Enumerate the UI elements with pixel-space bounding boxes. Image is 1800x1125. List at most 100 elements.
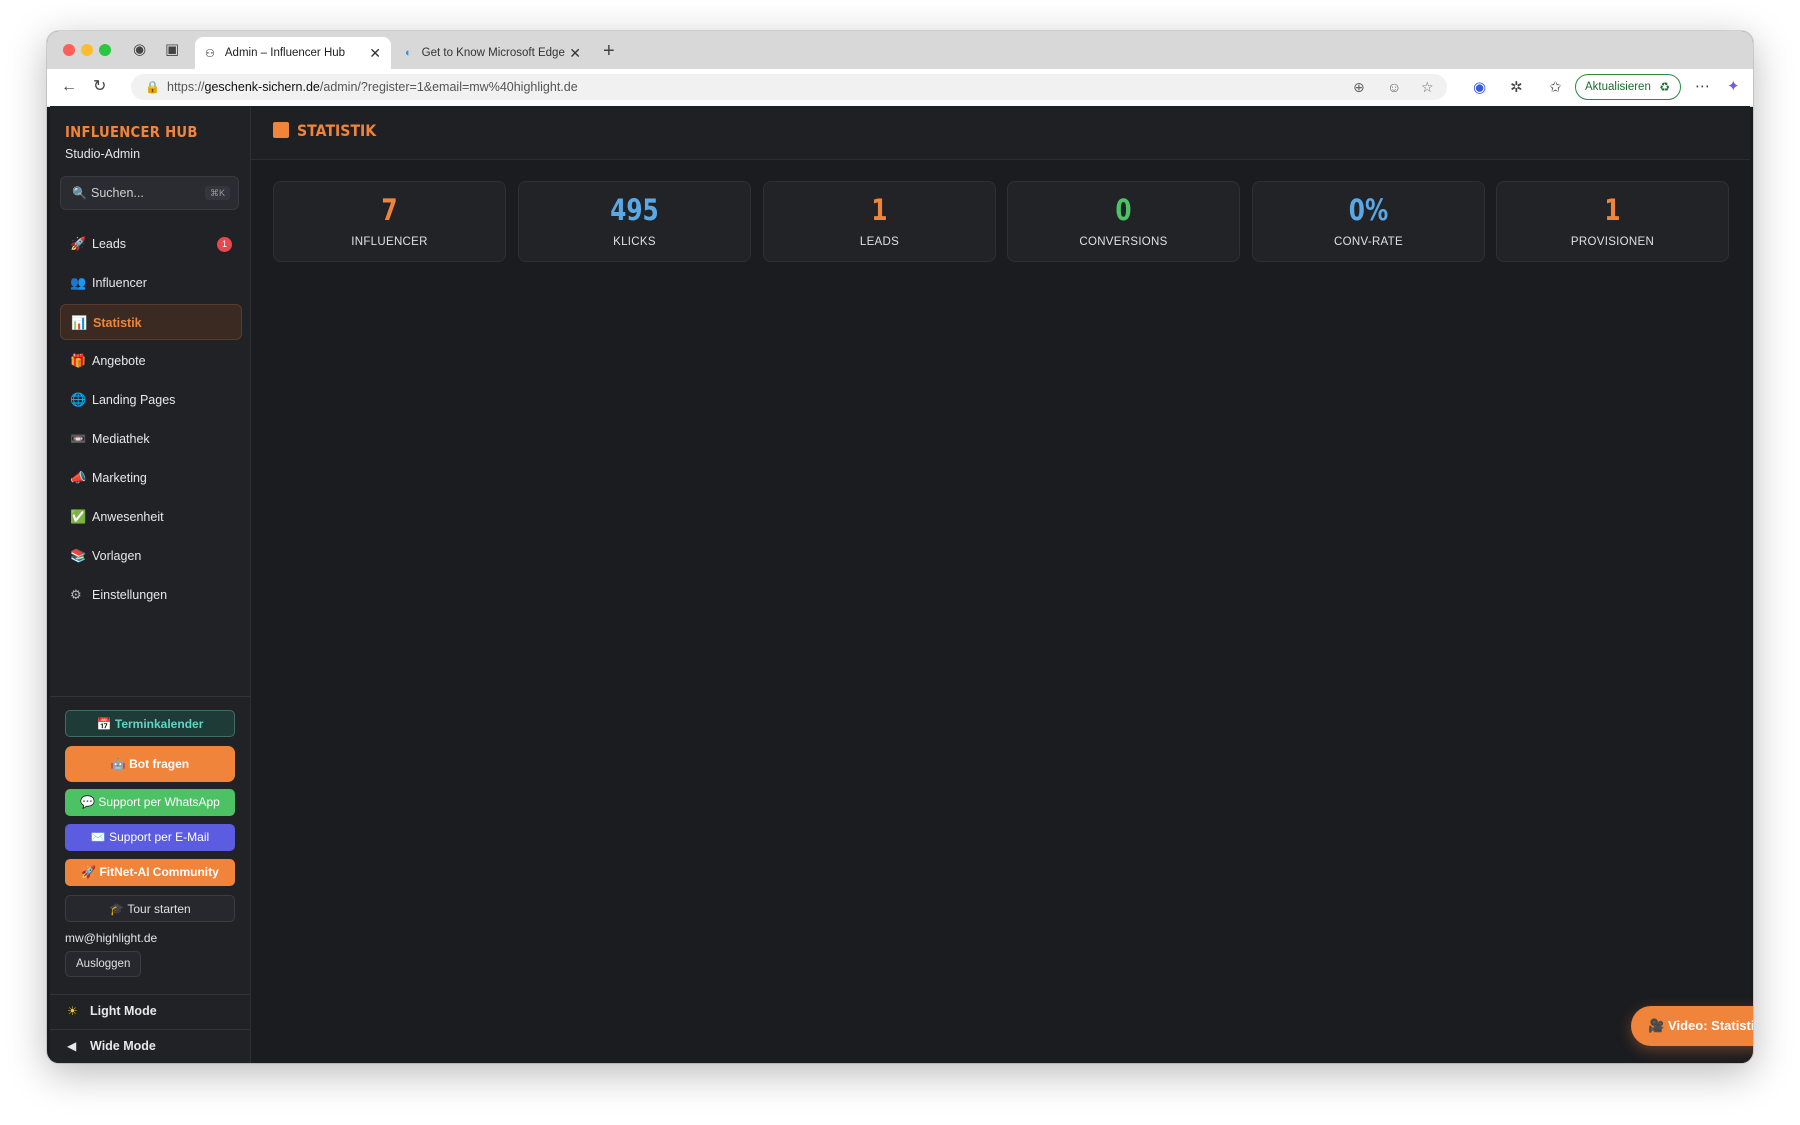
tab-title: Get to Know Microsoft Edge: [421, 47, 565, 59]
copilot-icon[interactable]: ✦: [1727, 79, 1740, 94]
url-prefix: https://: [167, 80, 205, 94]
sidebar-item-vorlagen[interactable]: 📚 Vorlagen: [60, 538, 242, 574]
edge-icon: ◐: [405, 47, 412, 59]
brand-logo: INFLUENCER HUB: [65, 123, 198, 141]
close-window-button[interactable]: [63, 44, 75, 56]
main-content: STATISTIK 7 INFLUENCER 495 KLICKS 1 LEAD…: [251, 106, 1753, 1063]
title-square-icon: [273, 122, 289, 138]
sidebar-item-angebote[interactable]: 🎁 Angebote: [60, 343, 242, 379]
address-bar: ← ↻ 🔒 https://geschenk-sichern.de/admin/…: [47, 69, 1753, 107]
light-mode-toggle[interactable]: ☀ Light Mode: [50, 994, 250, 1028]
rocket-icon: 🚀: [70, 236, 87, 251]
gift-icon: 🎁: [70, 353, 87, 368]
stats-row: 7 INFLUENCER 495 KLICKS 1 LEADS 0 CONVER…: [273, 181, 1729, 263]
stat-card-conv-rate: 0% CONV-RATE: [1252, 181, 1485, 262]
whatsapp-support-button[interactable]: 💬 Support per WhatsApp: [65, 789, 235, 816]
user-email: mw@highlight.de: [65, 931, 158, 945]
arrow-left-icon: ◀: [67, 1039, 77, 1053]
close-tab-icon[interactable]: ✕: [369, 45, 381, 62]
stat-value: 495: [610, 193, 659, 227]
tab-title: Admin – Influencer Hub: [224, 47, 346, 59]
reading-mode-icon[interactable]: ☺: [1387, 74, 1401, 100]
globe-icon: 🌐: [70, 392, 87, 407]
video-statistik-button[interactable]: 🎥 Video: Statistik: [1631, 1006, 1753, 1046]
new-tab-icon[interactable]: +: [603, 40, 615, 63]
search-input[interactable]: 🔍 Suchen... ⌘K: [60, 176, 239, 210]
stat-card-klicks: 495 KLICKS: [518, 181, 751, 262]
search-shortcut: ⌘K: [204, 186, 230, 200]
stat-card-provisionen: 1 PROVISIONEN: [1496, 181, 1729, 262]
stat-label: CONV-RATE: [1334, 236, 1403, 248]
sidebar-item-landing-pages[interactable]: 🌐 Landing Pages: [60, 382, 242, 418]
megaphone-icon: 📣: [70, 470, 87, 485]
tab-bar: ◉ ▣ ⚇ Admin – Influencer Hub ✕ ◐ Get to …: [47, 31, 1753, 69]
sidebar-item-marketing[interactable]: 📣 Marketing: [60, 460, 242, 496]
reload-icon[interactable]: ↻: [93, 79, 106, 95]
search-icon: 🔍: [72, 186, 87, 200]
extension-icon[interactable]: ◉: [1473, 80, 1486, 95]
main-header: STATISTIK: [251, 106, 1750, 160]
users-icon: 👥: [70, 275, 87, 290]
sidebar-nav: 🚀 Leads 1 👥 Influencer 📊 Statistik 🎁 Ang…: [60, 226, 242, 616]
stat-label: INFLUENCER: [351, 236, 428, 248]
stat-value: 0%: [1348, 193, 1389, 227]
sun-icon: ☀: [67, 1004, 78, 1018]
sidebar-item-influencer[interactable]: 👥 Influencer: [60, 265, 242, 301]
profile-icon[interactable]: ◉: [133, 42, 146, 57]
page-title: STATISTIK: [297, 121, 377, 140]
app: INFLUENCER HUB Studio-Admin 🔍 Suchen... …: [50, 106, 1753, 1063]
minimize-window-button[interactable]: [81, 44, 93, 56]
more-menu-icon[interactable]: ⋯: [1695, 79, 1710, 94]
stat-label: PROVISIONEN: [1570, 236, 1655, 248]
extensions-puzzle-icon[interactable]: ✲: [1510, 80, 1523, 95]
gear-icon: ⚙: [70, 587, 82, 602]
terminkalender-button[interactable]: 📅 Terminkalender: [65, 710, 235, 737]
brand-subtitle: Studio-Admin: [65, 147, 141, 161]
wide-mode-toggle[interactable]: ◀ Wide Mode: [50, 1029, 250, 1063]
email-support-button[interactable]: ✉️ Support per E-Mail: [65, 824, 235, 851]
logout-button[interactable]: Ausloggen: [65, 951, 142, 977]
favorites-icon[interactable]: ✩: [1549, 80, 1562, 95]
media-icon: 📼: [70, 431, 87, 446]
check-icon: ✅: [70, 509, 87, 524]
sidebar-item-statistik[interactable]: 📊 Statistik: [60, 304, 242, 340]
favorite-star-icon[interactable]: ☆: [1421, 74, 1434, 100]
sidebar-item-einstellungen[interactable]: ⚙ Einstellungen: [60, 577, 242, 613]
stat-card-leads: 1 LEADS: [763, 181, 996, 262]
back-icon[interactable]: ←: [61, 79, 77, 95]
stat-value: 0: [1115, 193, 1132, 227]
maximize-window-button[interactable]: [99, 44, 111, 56]
close-tab-icon[interactable]: ✕: [569, 45, 581, 62]
update-icon: ♻: [1659, 80, 1670, 94]
url-host: geschenk-sichern.de: [204, 80, 320, 94]
browser-window: ◉ ▣ ⚇ Admin – Influencer Hub ✕ ◐ Get to …: [47, 31, 1753, 1063]
tab-admin[interactable]: ⚇ Admin – Influencer Hub ✕: [195, 37, 391, 69]
tab-actions-icon[interactable]: ▣: [165, 42, 179, 57]
bar-chart-icon: 📊: [71, 315, 88, 330]
tab-edge[interactable]: ◐ Get to Know Microsoft Edge ✕: [395, 37, 591, 69]
stat-label: LEADS: [859, 236, 900, 248]
url-input[interactable]: 🔒 https://geschenk-sichern.de/admin/?reg…: [131, 74, 1447, 100]
stat-label: KLICKS: [613, 236, 656, 248]
stat-card-conversions: 0 CONVERSIONS: [1007, 181, 1240, 262]
stat-label: CONVERSIONS: [1079, 236, 1168, 248]
bot-fragen-button[interactable]: 🤖 Bot fragen: [65, 746, 235, 782]
books-icon: 📚: [70, 548, 87, 563]
sidebar-item-mediathek[interactable]: 📼 Mediathek: [60, 421, 242, 457]
zoom-icon[interactable]: ⊕: [1353, 74, 1365, 100]
update-button[interactable]: Aktualisieren ♻: [1575, 74, 1681, 100]
sidebar-item-leads[interactable]: 🚀 Leads 1: [60, 226, 242, 262]
tour-start-button[interactable]: 🎓 Tour starten: [65, 895, 235, 922]
site-info-icon[interactable]: 🔒: [145, 74, 160, 100]
stat-value: 1: [871, 193, 888, 227]
admin-icon: ⚇: [205, 47, 215, 60]
leads-badge: 1: [217, 237, 232, 252]
stat-card-influencer: 7 INFLUENCER: [273, 181, 506, 262]
stat-value: 1: [1604, 193, 1621, 227]
community-button[interactable]: 🚀 FitNet-AI Community: [65, 859, 235, 886]
url-path: /admin/?register=1&email=mw%40highlight.…: [319, 80, 578, 94]
stat-value: 7: [381, 193, 398, 227]
search-placeholder: Suchen...: [91, 186, 144, 200]
sidebar: INFLUENCER HUB Studio-Admin 🔍 Suchen... …: [50, 106, 251, 1063]
sidebar-item-anwesenheit[interactable]: ✅ Anwesenheit: [60, 499, 242, 535]
